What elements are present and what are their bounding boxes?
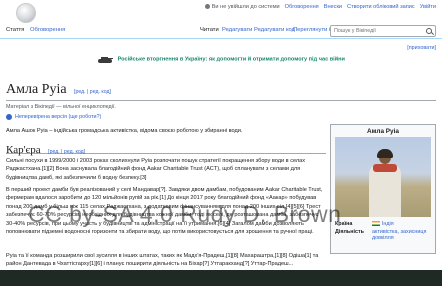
career-paragraph-3: Руіа та її команда розширили свої зусилл… [6,253,319,268]
infobox-table: Країна Індія Діяльність активістка, захи… [331,220,435,242]
infobox-value: Індія [368,220,435,228]
contributions-link[interactable]: Обговорення [285,4,319,10]
create-account-link[interactable]: Створити обліковий запис [347,4,415,10]
login-link[interactable]: Увійти [420,4,436,10]
search-box[interactable] [330,25,436,37]
section-title: Кар'єра [6,144,41,156]
tab-edit[interactable]: Редагувати [222,27,252,33]
infobox-photo[interactable] [335,137,431,217]
personal-tools-bar: Ви не увійшли до системи Обговорення Вне… [0,0,442,16]
site-notice: Російське вторгнення в Україну: як допом… [0,55,442,63]
lead-paragraph: Амла Ашок Руіа – індійська громадська ак… [6,128,243,134]
tank-icon [97,55,114,63]
india-flag-icon [371,221,380,227]
infobox-row: Діяльність активістка, захисниця довкілл… [331,228,435,242]
not-logged-in-label: Ви не увійшли до системи [204,4,280,10]
section-edit-links[interactable]: [ред. | ред. код] [48,149,85,155]
section-heading-career: Кар'єра [ред. | ред. код] [6,140,326,156]
infobox-heading: Амла Руіа [367,128,399,135]
page-title-row: Амла Руіа [ред. | ред. код] [6,80,436,101]
tab-edit-source[interactable]: Редагувати код [254,27,295,33]
personal-tools: Ви не увійшли до системи Обговорення Вне… [204,4,436,10]
tab-read[interactable]: Читати [200,27,219,37]
bottom-strip [0,270,442,286]
tab-talk[interactable]: Обговорення [30,27,65,33]
talk-link[interactable]: Внески [324,4,342,10]
search-input[interactable] [331,26,422,35]
infobox-value[interactable]: активістка, захисниця довкілля [368,228,435,242]
country-link[interactable]: Індія [382,221,394,227]
career-paragraph-1: Сильні посухи в 1999/2000 і 2003 роках с… [6,158,306,181]
page-subtitle: Матеріал з Вікіпедії — вільної енциклопе… [6,104,116,110]
revision-status-link[interactable]: Неперевірена версія (ще роботи?) [15,114,101,120]
title-edit-links[interactable]: [ред. | ред. код] [74,89,111,95]
page-title: Амла Руіа [6,82,67,97]
wikipedia-globe-icon [16,3,36,23]
site-notice-message[interactable]: Російське вторгнення в Україну: як допом… [118,56,345,62]
review-status-icon [6,114,12,120]
tab-article[interactable]: Стаття [6,27,25,37]
hide-notice-link[interactable]: [приховати] [407,45,436,51]
revision-status: Неперевірена версія (ще роботи?) [6,114,101,120]
portrait-figure [365,149,405,217]
user-icon [204,4,210,10]
infobox: Амла Руіа Країна Індія Діяльність активі… [330,124,436,254]
license-watermark: CC by-SA 4.0 Rudy D. Brown [28,201,342,227]
infobox-row: Країна Індія [331,220,435,228]
search-icon[interactable] [426,27,432,34]
infobox-key: Діяльність [335,229,364,235]
page-tabs: Стаття Обговорення Читати Редагувати Ред… [0,22,442,39]
